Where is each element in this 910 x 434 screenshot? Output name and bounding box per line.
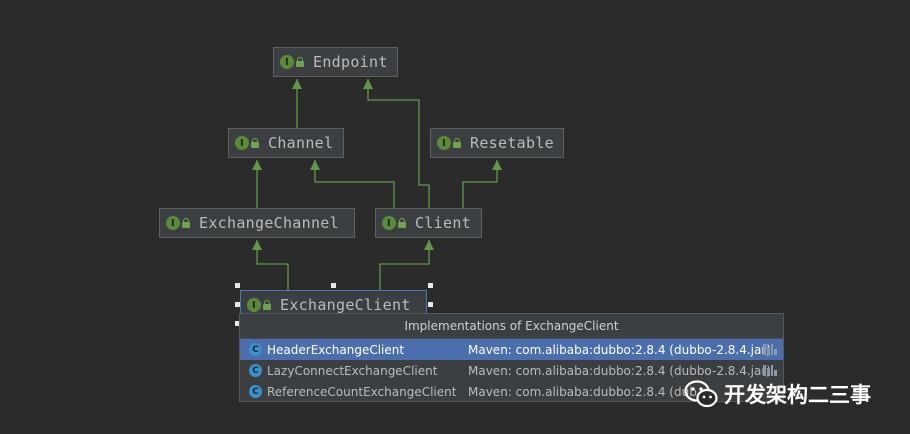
implementation-name: LazyConnectExchangeClient [267, 363, 438, 378]
edge-client-to-endpoint [367, 79, 430, 208]
node-channel[interactable]: I Channel [228, 128, 344, 158]
implementation-library: Maven: com.alibaba:dubbo:2.8.4 (dubbo-2.… [468, 342, 771, 357]
edge-client-to-resetable [462, 160, 498, 208]
arrowhead [363, 79, 373, 89]
node-label: Endpoint [313, 53, 388, 71]
edge-client-to-channel [314, 160, 395, 208]
edge-exchange_client-to-exchange_channel [256, 240, 289, 290]
arrowhead [292, 79, 302, 89]
selection-handle[interactable] [428, 302, 433, 307]
selection-handle[interactable] [235, 283, 240, 288]
node-label: ExchangeClient [280, 296, 411, 314]
node-client[interactable]: I Client [375, 208, 482, 238]
class-icon: C [249, 385, 262, 398]
node-label: ExchangeChannel [199, 214, 339, 232]
node-endpoint[interactable]: I Endpoint [273, 47, 398, 77]
implementation-name: HeaderExchangeClient [267, 342, 405, 357]
class-icon: C [249, 364, 262, 377]
selection-handle[interactable] [235, 302, 240, 307]
interface-icon: I [437, 136, 451, 150]
node-label: Client [415, 214, 471, 232]
arrowhead [310, 160, 320, 170]
lock-icon [398, 218, 406, 228]
node-resetable[interactable]: I Resetable [430, 128, 564, 158]
arrowhead [424, 240, 434, 250]
implementation-library: Maven: com.alibaba:dubbo:2.8.4 (dubbo-2.… [468, 363, 771, 378]
interface-icon: I [280, 55, 294, 69]
watermark-text: 开发架构二三事 [724, 383, 871, 407]
node-exchange-channel[interactable]: I ExchangeChannel [159, 208, 355, 238]
interface-icon: I [247, 298, 261, 312]
wechat-icon [684, 380, 718, 408]
interface-icon: I [382, 216, 396, 230]
node-label: Channel [268, 134, 334, 152]
popup-title: Implementations of ExchangeClient [240, 314, 783, 339]
lock-icon [296, 57, 304, 67]
implementation-row[interactable]: C HeaderExchangeClient Maven: com.alibab… [240, 339, 783, 360]
arrowhead [252, 160, 262, 170]
edge-exchange_client-to-client [379, 240, 430, 290]
class-icon: C [249, 343, 262, 356]
watermark: 开发架构二三事 [684, 378, 871, 410]
arrowhead [252, 240, 262, 250]
lock-icon [263, 300, 271, 310]
arrowhead [492, 160, 502, 170]
node-label: Resetable [470, 134, 554, 152]
implementation-library: Maven: com.alibaba:dubbo:2.8.4 (dub [468, 384, 697, 399]
library-icon [763, 344, 777, 355]
lock-icon [182, 218, 190, 228]
interface-icon: I [235, 136, 249, 150]
interface-icon: I [166, 216, 180, 230]
implementation-name: ReferenceCountExchangeClient [267, 384, 457, 399]
selection-handle[interactable] [331, 283, 336, 288]
selection-handle[interactable] [428, 283, 433, 288]
lock-icon [453, 138, 461, 148]
library-icon [763, 365, 777, 376]
lock-icon [251, 138, 259, 148]
